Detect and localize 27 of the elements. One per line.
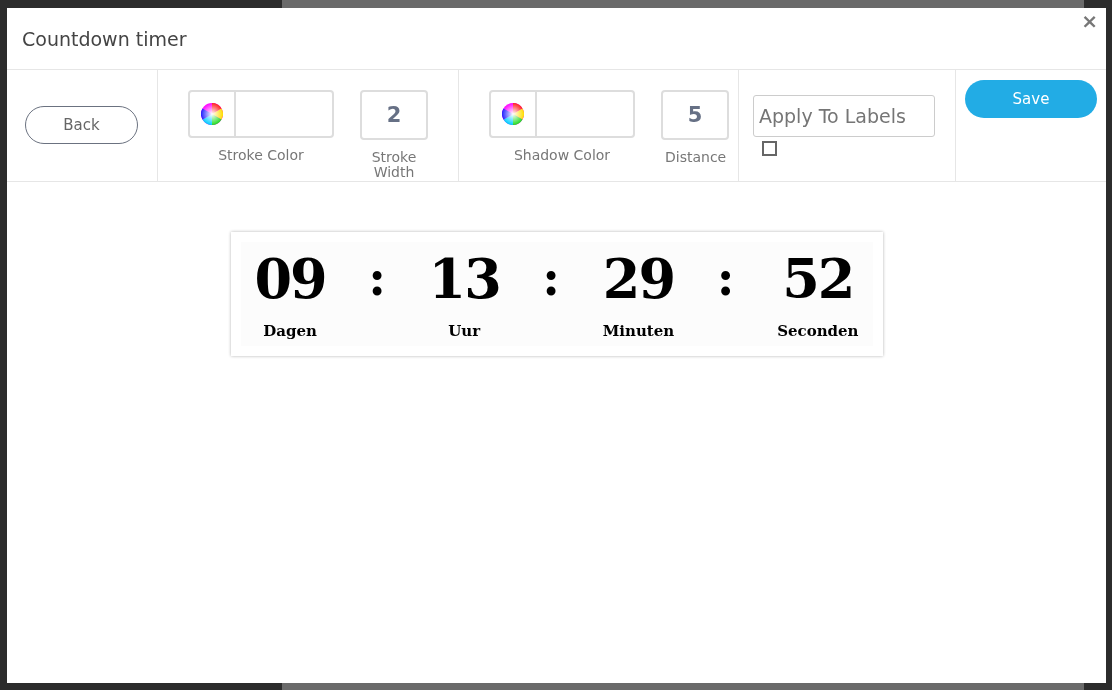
timer-digits: 13 <box>428 252 500 306</box>
color-field[interactable] <box>489 90 635 138</box>
save-button[interactable]: Save <box>965 80 1097 118</box>
window-title: Countdown timer <box>22 27 187 53</box>
unit-label: Seconden <box>777 321 859 342</box>
color-field[interactable] <box>188 90 334 138</box>
stroke-width-field[interactable]: 2 <box>360 90 428 140</box>
color-wheel-icon <box>201 103 223 125</box>
close-button[interactable]: × <box>1081 11 1098 31</box>
field-label: Distance <box>665 150 725 165</box>
separator: : <box>368 254 386 308</box>
field-label: Stroke Width <box>370 150 418 180</box>
unit-label: Dagen <box>263 321 317 342</box>
timer-digits: 29 <box>602 252 674 306</box>
apply-labels-field[interactable]: Apply To Labels <box>753 95 935 137</box>
separator: : <box>716 254 735 308</box>
field-label: Stroke Color <box>218 148 304 163</box>
color-wheel-icon <box>502 103 524 125</box>
back-button[interactable]: Back <box>25 106 138 144</box>
field-label: Shadow Color <box>513 148 611 163</box>
unit-label: Minuten <box>602 321 675 342</box>
unit-label: Uur <box>448 321 481 342</box>
checkbox[interactable] <box>762 141 777 156</box>
separator: : <box>542 254 561 308</box>
timer-digits: 09 <box>254 252 326 306</box>
timer-digits: 52 <box>782 252 854 306</box>
distance-field[interactable]: 5 <box>661 90 729 140</box>
